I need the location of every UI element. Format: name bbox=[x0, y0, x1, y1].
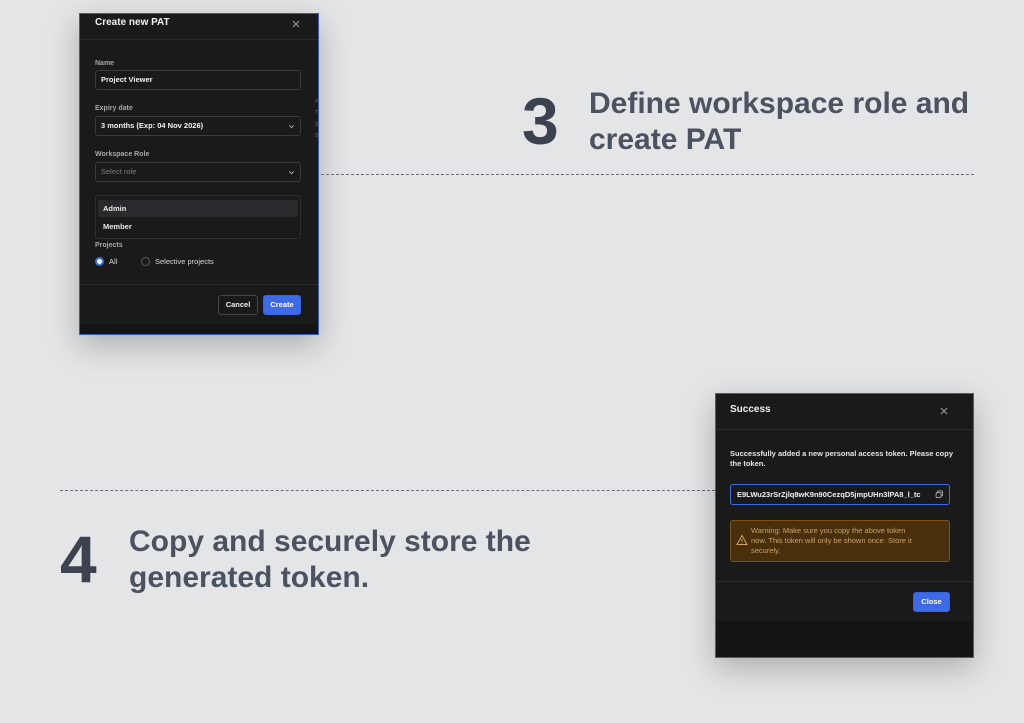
radio-unselected bbox=[141, 257, 150, 266]
warning-triangle-icon bbox=[736, 534, 748, 546]
close-icon[interactable] bbox=[938, 405, 950, 417]
step-3-heading-line2: create PAT bbox=[589, 123, 742, 156]
radio-selected bbox=[95, 257, 104, 266]
warning-banner: Warning: Make sure you copy the above to… bbox=[730, 520, 950, 562]
success-dialog: Success Successfully added a new persona… bbox=[715, 393, 974, 658]
background-text-fragment: S bbox=[315, 122, 319, 128]
close-icon[interactable] bbox=[290, 18, 302, 30]
step-3-heading-line1: Define workspace role and bbox=[589, 87, 970, 120]
footer-divider bbox=[80, 284, 318, 285]
projects-option-label: Selective projects bbox=[155, 257, 214, 266]
workspace-role-label: Workspace Role bbox=[95, 151, 150, 158]
create-button[interactable]: Create bbox=[263, 295, 301, 315]
background-text-fragment: S bbox=[315, 133, 319, 139]
header-divider bbox=[80, 39, 318, 40]
step-3-number: 3 bbox=[522, 84, 559, 158]
chevron-down-icon bbox=[288, 123, 295, 130]
success-message: Successfully added a new personal access… bbox=[730, 449, 954, 468]
dialog-footer-band bbox=[716, 621, 973, 657]
role-option-member[interactable]: Member bbox=[98, 218, 298, 235]
name-label: Name bbox=[95, 60, 115, 67]
projects-option-selective[interactable]: Selective projects bbox=[141, 257, 214, 266]
workspace-role-select[interactable]: Select role bbox=[95, 162, 301, 182]
step-4-divider bbox=[60, 490, 715, 491]
expiry-select[interactable]: 3 months (Exp: 04 Nov 2026) bbox=[95, 116, 301, 136]
projects-label: Projects bbox=[95, 242, 123, 249]
chevron-down-icon bbox=[288, 169, 295, 176]
token-field[interactable]: E9LWu23rSrZjlq8wK9n90CezqD5jmpUHn3lPA8_l… bbox=[730, 484, 950, 505]
background-text-fragment: a bbox=[315, 98, 318, 104]
token-value: E9LWu23rSrZjlq8wK9n90CezqD5jmpUHn3lPA8_l… bbox=[737, 490, 921, 499]
dialog-title: Success bbox=[730, 404, 771, 415]
step-4-number: 4 bbox=[60, 522, 97, 596]
step-3-divider bbox=[321, 174, 974, 175]
projects-option-label: All bbox=[109, 257, 118, 266]
cancel-button[interactable]: Cancel bbox=[218, 295, 258, 315]
name-input[interactable]: Project Viewer bbox=[95, 70, 301, 90]
projects-option-all[interactable]: All bbox=[95, 257, 117, 266]
header-divider bbox=[716, 429, 973, 430]
step-4-heading-line1: Copy and securely store the bbox=[129, 525, 531, 558]
role-placeholder: Select role bbox=[101, 167, 137, 176]
dialog-title: Create new PAT bbox=[95, 17, 170, 28]
background-text-fragment: T bbox=[315, 110, 319, 116]
expiry-label: Expiry date bbox=[95, 105, 133, 112]
role-dropdown-menu: Admin Member bbox=[95, 195, 301, 239]
create-pat-dialog: Create new PAT Name Project Viewer Expir… bbox=[79, 13, 319, 335]
copy-icon[interactable] bbox=[935, 490, 944, 499]
close-button[interactable]: Close bbox=[913, 592, 950, 612]
expiry-value: 3 months (Exp: 04 Nov 2026) bbox=[101, 121, 204, 130]
warning-text: Warning: Make sure you copy the above to… bbox=[751, 526, 912, 555]
dialog-footer-band bbox=[80, 324, 318, 334]
role-option-admin[interactable]: Admin bbox=[98, 200, 298, 217]
step-4-heading-line2: generated token. bbox=[129, 561, 370, 594]
footer-divider bbox=[716, 581, 973, 582]
